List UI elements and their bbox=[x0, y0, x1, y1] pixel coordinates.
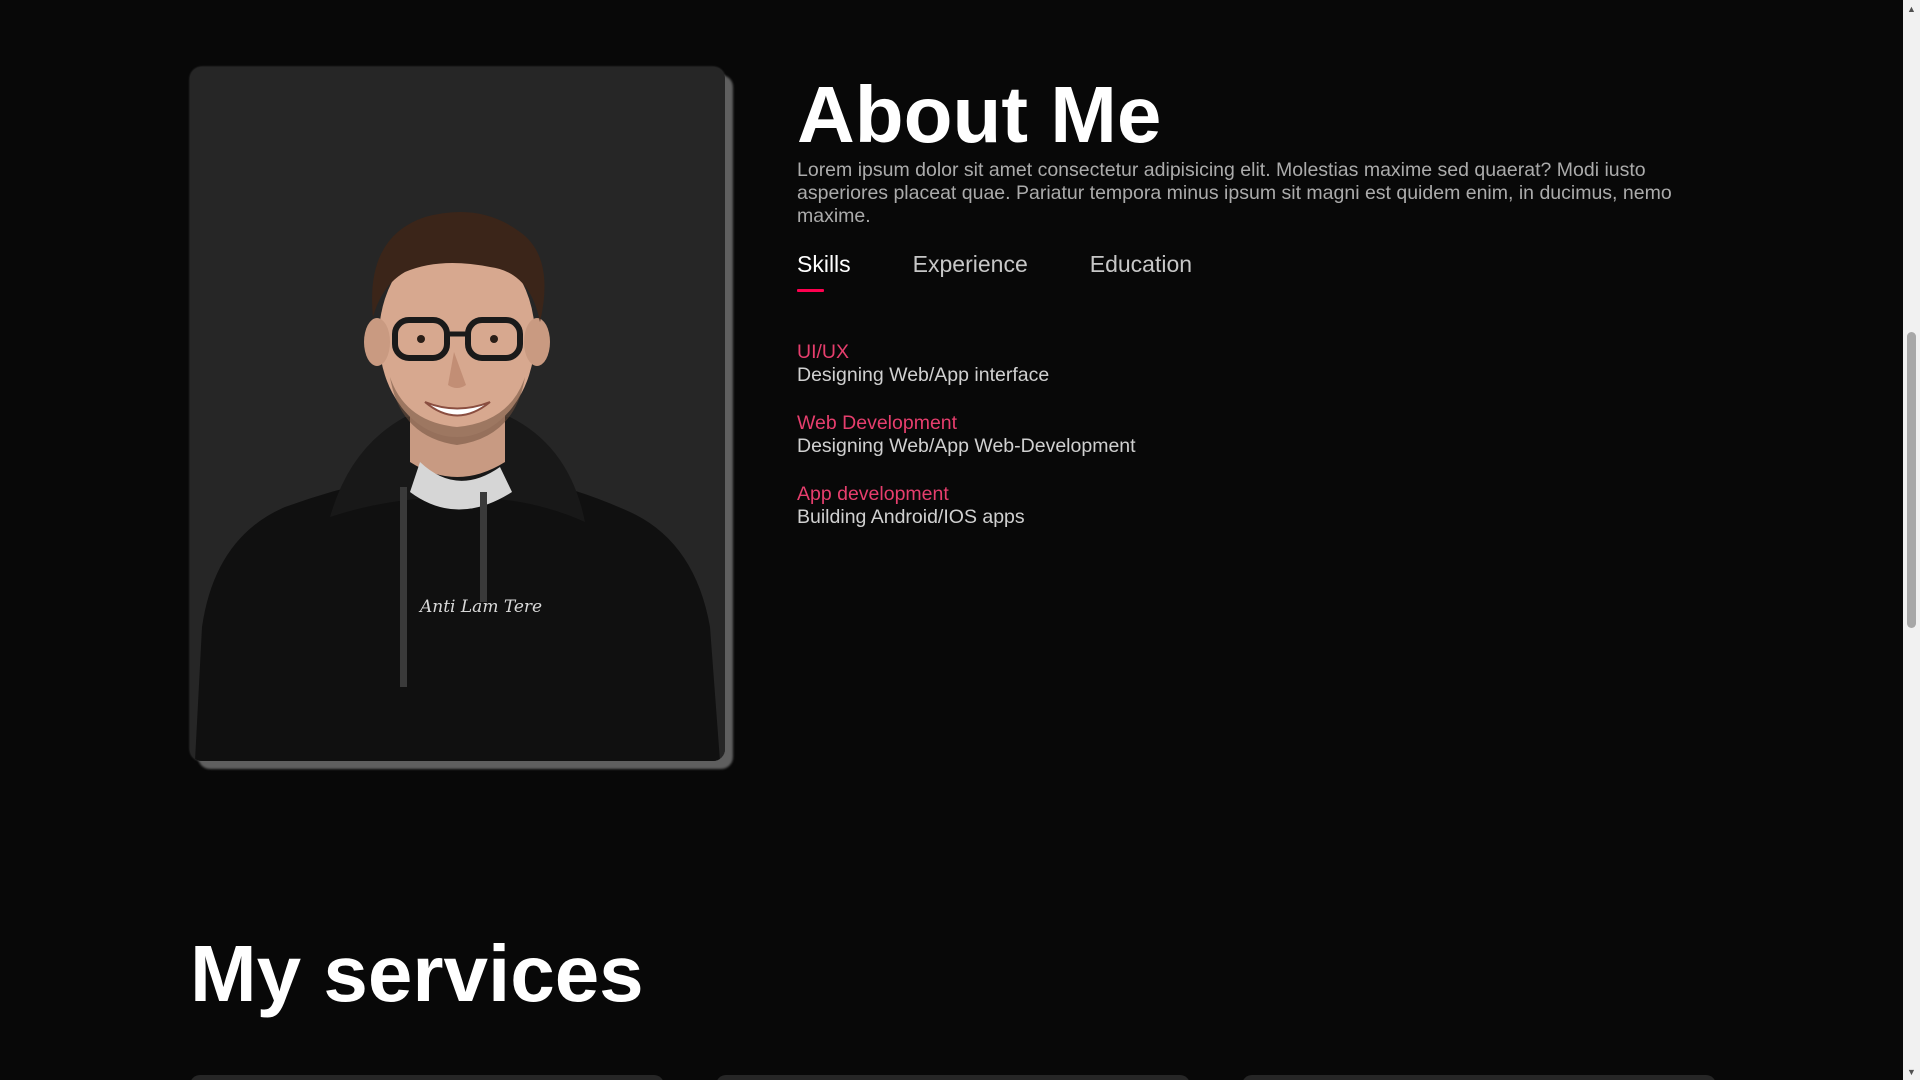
about-section: Anti Lam Tere About Me Lorem ipsum dolor bbox=[190, 67, 1710, 761]
service-card bbox=[716, 1075, 1190, 1080]
list-item: App development Building Android/IOS app… bbox=[797, 483, 1707, 529]
skills-list: UI/UX Designing Web/App interface Web De… bbox=[797, 341, 1707, 529]
scrollbar-thumb[interactable] bbox=[1907, 332, 1916, 628]
scroll-up-arrow-icon[interactable]: ▲ bbox=[1903, 0, 1920, 17]
skill-name: Web Development bbox=[797, 412, 958, 434]
about-text-column: About Me Lorem ipsum dolor sit amet cons… bbox=[797, 67, 1707, 761]
skill-description: Designing Web/App Web-Development bbox=[797, 435, 1136, 457]
about-title: About Me bbox=[797, 70, 1162, 159]
scroll-down-arrow-icon[interactable]: ▼ bbox=[1903, 1063, 1920, 1080]
skill-description: Designing Web/App interface bbox=[797, 364, 1050, 386]
skill-description: Building Android/IOS apps bbox=[797, 506, 1025, 528]
profile-photo-illustration: Anti Lam Tere bbox=[190, 67, 725, 761]
skill-name: UI/UX bbox=[797, 341, 850, 363]
about-description: Lorem ipsum dolor sit amet consectetur a… bbox=[797, 159, 1672, 227]
services-title: My services bbox=[190, 929, 644, 1018]
service-card bbox=[190, 1075, 664, 1080]
vertical-scrollbar[interactable]: ▲ ▼ bbox=[1903, 0, 1920, 1080]
svg-text:Anti Lam Tere: Anti Lam Tere bbox=[418, 597, 542, 617]
list-item: UI/UX Designing Web/App interface bbox=[797, 341, 1707, 387]
tab-skills[interactable]: Skills bbox=[797, 251, 851, 292]
profile-photo: Anti Lam Tere bbox=[190, 67, 725, 761]
about-tabs: Skills Experience Education bbox=[797, 251, 1707, 292]
list-item: Web Development Designing Web/App Web-De… bbox=[797, 412, 1707, 458]
skill-name: App development bbox=[797, 483, 949, 505]
tab-experience[interactable]: Experience bbox=[913, 251, 1028, 292]
tab-education[interactable]: Education bbox=[1090, 251, 1192, 292]
service-card bbox=[1242, 1075, 1716, 1080]
